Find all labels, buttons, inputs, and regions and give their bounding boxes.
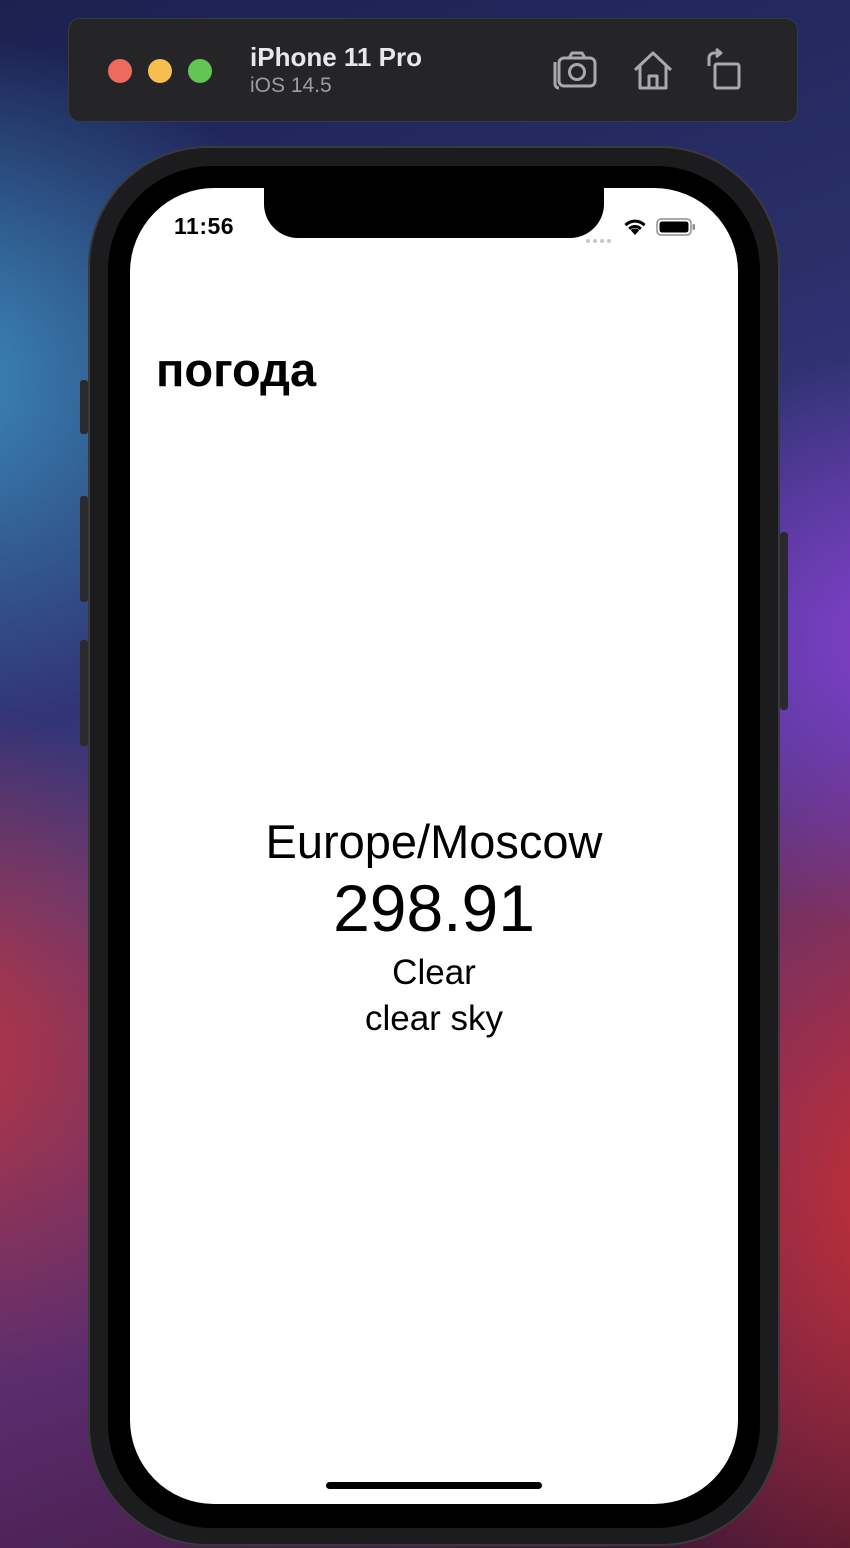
zoom-window-button[interactable]: [188, 59, 212, 83]
screenshot-icon[interactable]: [553, 48, 599, 92]
status-icons: [586, 216, 716, 243]
weather-main-label: Clear: [392, 953, 476, 992]
simulator-toolbar: [68, 18, 798, 122]
battery-icon: [656, 218, 695, 236]
weather-description: clear sky: [364, 999, 504, 1038]
minimize-window-button[interactable]: [148, 59, 172, 83]
silent-switch: [80, 380, 88, 434]
volume-down-button: [80, 640, 88, 746]
signal-icon: [586, 230, 614, 248]
wifi-icon: [624, 219, 646, 235]
temperature-value: 298.91: [333, 871, 535, 945]
close-window-button[interactable]: [108, 59, 132, 83]
volume-up-button: [80, 496, 88, 602]
rotate-icon[interactable]: [704, 47, 750, 92]
status-time: 11:56: [174, 213, 235, 239]
page-title: погода: [156, 343, 317, 396]
app-screen: 11:56 погода Europe/Moscow 298.91 Clear …: [130, 188, 738, 1504]
side-button: [780, 532, 788, 710]
os-version: iOS 14.5: [250, 74, 332, 97]
device-name: iPhone 11 Pro: [250, 42, 422, 72]
home-icon[interactable]: [630, 48, 676, 92]
city-label: Europe/Moscow: [265, 815, 603, 868]
home-indicator[interactable]: [326, 1482, 542, 1489]
weather-panel: Europe/Moscow 298.91 Clear clear sky: [130, 814, 738, 1042]
notch: [264, 188, 604, 238]
